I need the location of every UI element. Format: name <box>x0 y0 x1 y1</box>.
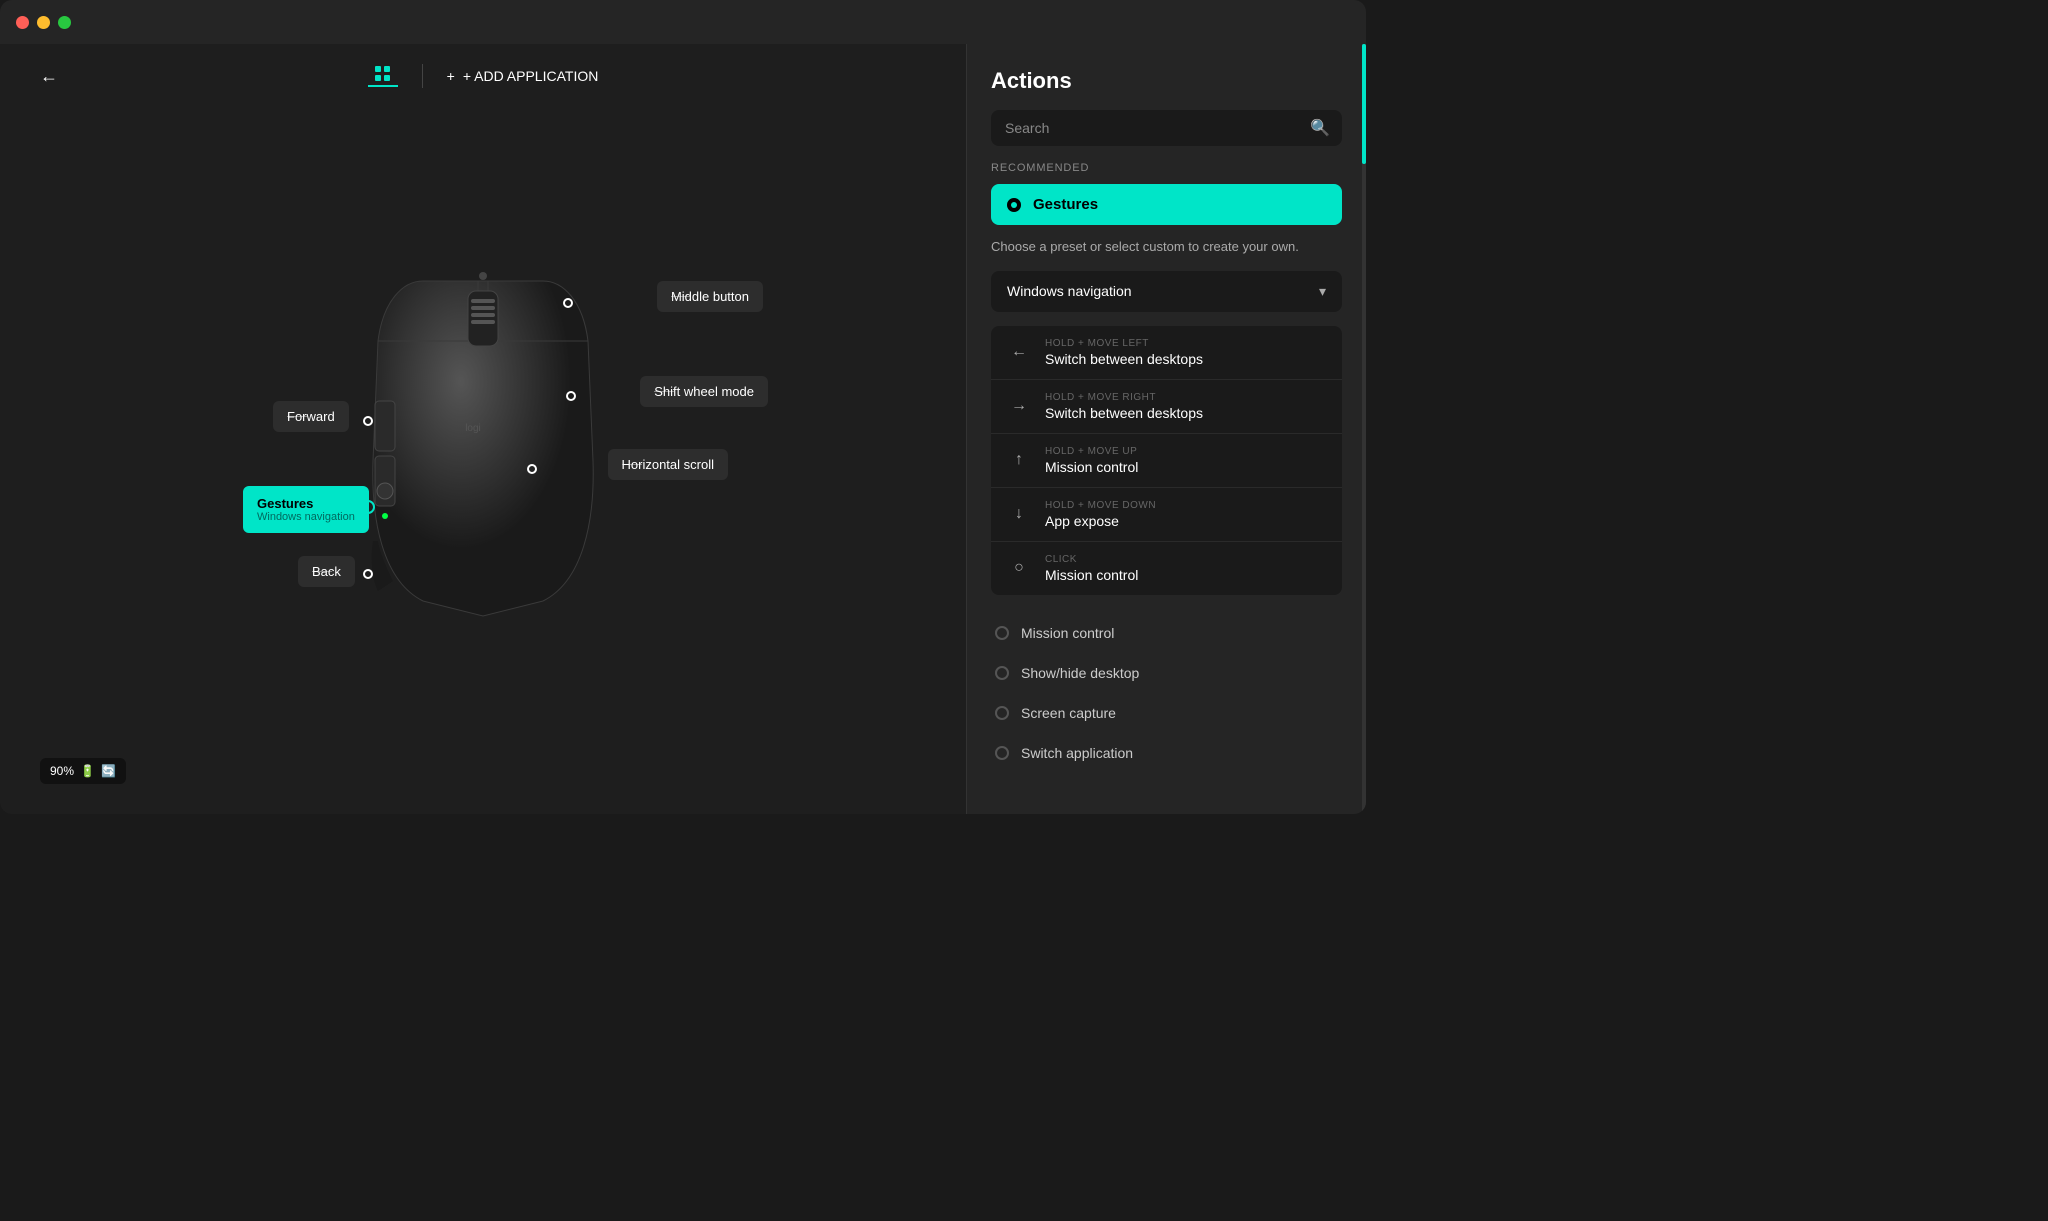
gestures-sub-text: Windows navigation <box>257 511 355 523</box>
middle-button-label[interactable]: Middle button <box>657 281 763 312</box>
toolbar-separator <box>422 64 423 88</box>
recommended-label: RECOMMENDED <box>991 162 1342 174</box>
scrollbar-thumb[interactable] <box>1362 44 1366 164</box>
gesture-arrow-icon: → <box>1007 394 1031 418</box>
other-option[interactable]: Switch application <box>991 735 1342 771</box>
gesture-hint: HOLD + MOVE LEFT <box>1045 338 1203 349</box>
gestures-label[interactable]: Gestures Windows navigation <box>243 486 369 533</box>
back-label[interactable]: Back <box>298 556 355 587</box>
other-options: Mission control Show/hide desktop Screen… <box>991 615 1342 771</box>
scrollbar-track <box>1362 44 1366 814</box>
gesture-arrow-icon: ○ <box>1007 556 1031 580</box>
gesture-arrow-icon: ↓ <box>1007 502 1031 526</box>
mouse-diagram: logi Middle button Shift wheel mode <box>143 201 823 721</box>
panel-scroll[interactable]: RECOMMENDED Gestures Choose a preset or … <box>967 162 1366 814</box>
shift-wheel-dot <box>566 391 576 401</box>
gesture-text-content: HOLD + MOVE DOWN App expose <box>1045 500 1156 529</box>
gesture-list: ← HOLD + MOVE LEFT Switch between deskto… <box>991 326 1342 595</box>
dropdown-value: Windows navigation <box>1007 283 1132 299</box>
shift-wheel-text: Shift wheel mode <box>654 384 754 399</box>
titlebar <box>0 0 1366 44</box>
search-icon: 🔍 <box>1310 118 1330 138</box>
main-content: ← + + ADD APPLICATION <box>0 44 1366 814</box>
middle-button-dot <box>563 298 573 308</box>
plus-icon: + <box>447 68 455 84</box>
gesture-arrow-icon: ↑ <box>1007 448 1031 472</box>
other-radio <box>995 706 1009 720</box>
other-option[interactable]: Mission control <box>991 615 1342 651</box>
gestures-option[interactable]: Gestures <box>991 184 1342 225</box>
other-radio <box>995 746 1009 760</box>
forward-dot <box>363 416 373 426</box>
gesture-item[interactable]: ↑ HOLD + MOVE UP Mission control <box>991 434 1342 488</box>
top-toolbar: ← + + ADD APPLICATION <box>0 44 966 108</box>
horizontal-scroll-dot <box>527 464 537 474</box>
gesture-item[interactable]: ← HOLD + MOVE LEFT Switch between deskto… <box>991 326 1342 380</box>
apps-grid-icon <box>375 66 390 81</box>
gesture-hint: HOLD + MOVE UP <box>1045 446 1138 457</box>
back-button[interactable]: ← <box>40 66 58 87</box>
apps-button[interactable] <box>368 66 398 87</box>
gesture-hint: CLICK <box>1045 554 1138 565</box>
battery-percent: 90% <box>50 764 74 778</box>
gesture-name: Mission control <box>1045 567 1138 583</box>
battery-icon: 🔋 <box>80 764 95 778</box>
gesture-name: Mission control <box>1045 459 1138 475</box>
actions-title: Actions <box>967 44 1366 110</box>
gesture-name: Switch between desktops <box>1045 351 1203 367</box>
gesture-name: Switch between desktops <box>1045 405 1203 421</box>
other-option-label: Show/hide desktop <box>1021 665 1139 681</box>
gesture-text-content: HOLD + MOVE RIGHT Switch between desktop… <box>1045 392 1203 421</box>
search-input[interactable] <box>991 110 1342 146</box>
apps-underline <box>368 85 398 87</box>
left-panel: ← + + ADD APPLICATION <box>0 44 966 814</box>
other-option-label: Screen capture <box>1021 705 1116 721</box>
horizontal-scroll-label[interactable]: Horizontal scroll <box>608 449 728 480</box>
traffic-lights <box>16 16 71 29</box>
forward-label[interactable]: Forward <box>273 401 349 432</box>
gesture-item[interactable]: ○ CLICK Mission control <box>991 542 1342 595</box>
gesture-text-content: HOLD + MOVE LEFT Switch between desktops <box>1045 338 1203 367</box>
horizontal-scroll-text: Horizontal scroll <box>622 457 714 472</box>
minimize-button[interactable] <box>37 16 50 29</box>
gesture-item[interactable]: → HOLD + MOVE RIGHT Switch between deskt… <box>991 380 1342 434</box>
app-window: ← + + ADD APPLICATION <box>0 0 1366 814</box>
other-option-label: Mission control <box>1021 625 1114 641</box>
close-button[interactable] <box>16 16 29 29</box>
other-option-label: Switch application <box>1021 745 1133 761</box>
gesture-name: App expose <box>1045 513 1156 529</box>
other-option[interactable]: Show/hide desktop <box>991 655 1342 691</box>
back-dot <box>363 569 373 579</box>
shift-wheel-label[interactable]: Shift wheel mode <box>640 376 768 407</box>
fullscreen-button[interactable] <box>58 16 71 29</box>
preset-dropdown[interactable]: Windows navigation ▾ <box>991 271 1342 312</box>
mouse-svg: logi <box>363 261 603 621</box>
sync-icon: 🔄 <box>101 764 116 778</box>
preset-description: Choose a preset or select custom to crea… <box>991 237 1342 257</box>
gesture-hint: HOLD + MOVE DOWN <box>1045 500 1156 511</box>
right-panel: Actions 🔍 RECOMMENDED Gestures Choose a … <box>966 44 1366 814</box>
add-application-label: + ADD APPLICATION <box>463 68 599 84</box>
gestures-dot <box>361 500 375 514</box>
add-application-button[interactable]: + + ADD APPLICATION <box>447 68 599 84</box>
back-text: Back <box>312 564 341 579</box>
battery-bar: 90% 🔋 🔄 <box>40 758 126 784</box>
gestures-radio <box>1007 198 1021 212</box>
mouse-area: logi Middle button Shift wheel mode <box>0 108 966 814</box>
gestures-option-label: Gestures <box>1033 196 1098 213</box>
gesture-item[interactable]: ↓ HOLD + MOVE DOWN App expose <box>991 488 1342 542</box>
gestures-text: Gestures <box>257 496 355 511</box>
other-radio <box>995 626 1009 640</box>
gesture-hint: HOLD + MOVE RIGHT <box>1045 392 1203 403</box>
gesture-text-content: CLICK Mission control <box>1045 554 1138 583</box>
svg-text:logi: logi <box>465 423 481 434</box>
gesture-arrow-icon: ← <box>1007 340 1031 364</box>
forward-text: Forward <box>287 409 335 424</box>
other-option[interactable]: Screen capture <box>991 695 1342 731</box>
gesture-text-content: HOLD + MOVE UP Mission control <box>1045 446 1138 475</box>
search-container: 🔍 <box>991 110 1342 146</box>
middle-button-text: Middle button <box>671 289 749 304</box>
chevron-down-icon: ▾ <box>1319 283 1326 300</box>
other-radio <box>995 666 1009 680</box>
